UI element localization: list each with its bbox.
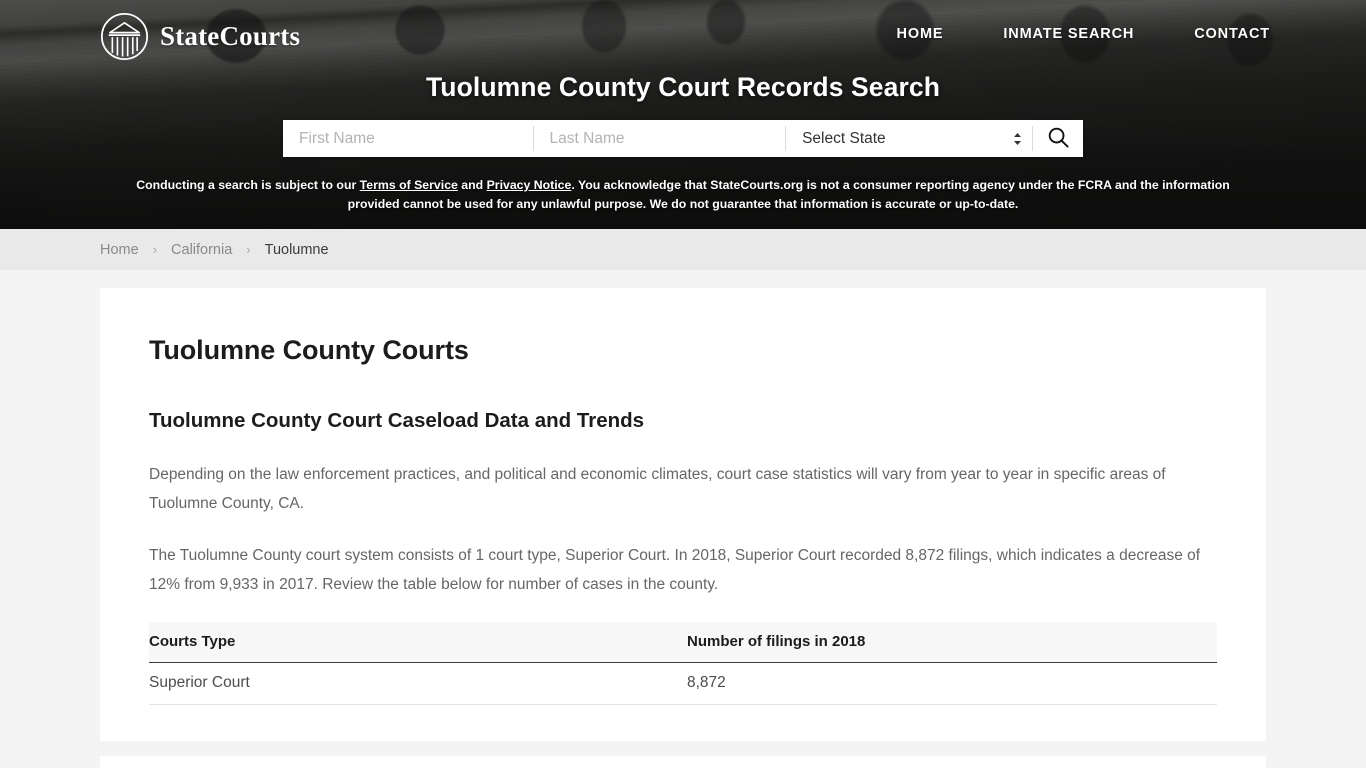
table-header-courts-type: Courts Type [149, 622, 687, 663]
table-row: Superior Court 8,872 [149, 662, 1217, 705]
nav-item-inmate-search[interactable]: INMATE SEARCH [1003, 26, 1134, 42]
page-title: Tuolumne County Courts [149, 335, 469, 365]
paragraph-caseload-stats: The Tuolumne County court system consist… [149, 547, 1201, 593]
main-navigation: HOME INMATE SEARCH CONTACT [897, 26, 1270, 42]
cell-filings: 8,872 [687, 662, 1217, 705]
hero-header: StateCourts HOME INMATE SEARCH CONTACT T… [0, 0, 1366, 229]
chevron-right-icon: › [246, 242, 251, 257]
page-body: Tuolumne County Courts Tuolumne County C… [0, 270, 1366, 768]
brand-logo-link[interactable]: StateCourts [100, 12, 300, 61]
search-submit-button[interactable] [1033, 120, 1083, 157]
breadcrumb-item-tuolumne: Tuolumne [264, 241, 329, 258]
first-name-input[interactable] [283, 120, 533, 157]
section-heading-caseload: Tuolumne County Court Caseload Data and … [149, 409, 645, 432]
record-search-bar: Select State [283, 120, 1083, 157]
table-header-row: Courts Type Number of filings in 2018 [149, 622, 1217, 663]
search-icon [1048, 127, 1069, 151]
state-select-wrapper: Select State [786, 120, 1033, 157]
next-content-card [100, 756, 1266, 768]
state-select[interactable]: Select State [786, 120, 1033, 157]
chevron-right-icon: › [152, 242, 158, 257]
card-spacer [0, 741, 1366, 756]
paragraph-caseload-intro: Depending on the law enforcement practic… [149, 466, 1166, 512]
cell-court-type: Superior Court [149, 662, 687, 705]
brand-name: StateCourts [160, 21, 301, 51]
hero-title: Tuolumne County Court Records Search [425, 72, 941, 102]
last-name-input[interactable] [533, 120, 786, 157]
disclaimer-text-1: Conducting a search is subject to our [136, 178, 360, 192]
breadcrumb-item-home[interactable]: Home [100, 242, 139, 258]
breadcrumb-item-california[interactable]: California [171, 242, 232, 258]
content-card: Tuolumne County Courts Tuolumne County C… [100, 288, 1266, 741]
privacy-notice-link[interactable]: Privacy Notice [487, 178, 572, 192]
nav-item-contact[interactable]: CONTACT [1194, 26, 1270, 42]
breadcrumb: Home › California › Tuolumne [100, 242, 329, 258]
court-filings-table: Courts Type Number of filings in 2018 Su… [149, 622, 1217, 705]
table-header-number-of-filings: Number of filings in 2018 [687, 622, 1217, 663]
courthouse-circle-icon [100, 12, 149, 61]
breadcrumb-bar: Home › California › Tuolumne [0, 229, 1366, 270]
top-bar: StateCourts HOME INMATE SEARCH CONTACT [0, 0, 1366, 72]
terms-of-service-link[interactable]: Terms of Service [360, 178, 458, 192]
nav-item-home[interactable]: HOME [897, 26, 944, 42]
disclaimer-text-2: and [457, 178, 487, 192]
search-disclaimer: Conducting a search is subject to our Te… [133, 176, 1233, 214]
